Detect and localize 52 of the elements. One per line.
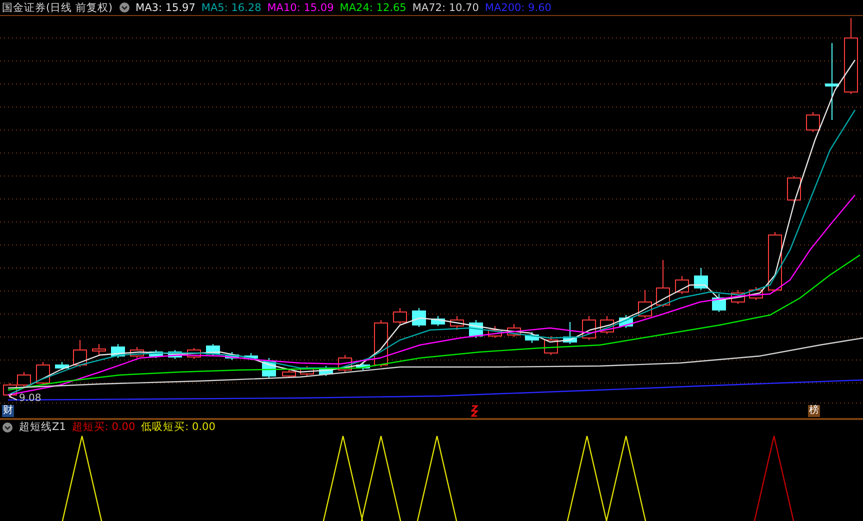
moving-average-label: MA200: 9.60: [484, 2, 552, 14]
event-marker[interactable]: 财: [2, 405, 14, 417]
candlestick: [393, 308, 407, 324]
indicator-reading: 超短买: 0.00: [72, 420, 136, 434]
candlestick: [600, 316, 614, 334]
candlestick: [431, 316, 445, 326]
candlestick: [262, 358, 276, 378]
candlestick: [17, 372, 31, 388]
candlestick: [356, 362, 370, 370]
candlestick: [563, 322, 577, 344]
candlestick: [731, 290, 745, 304]
moving-average-label: MA72: 10.70: [412, 2, 479, 14]
candlestick: [656, 260, 670, 308]
candlestick: [638, 290, 652, 318]
moving-average-label: MA24: 12.65: [340, 2, 406, 14]
dropdown-icon[interactable]: [118, 2, 130, 13]
candlestick: [111, 344, 125, 358]
moving-average-label: MA3: 15.97: [136, 2, 196, 14]
candlestick: [149, 350, 163, 358]
candlestick: [619, 314, 633, 328]
candlestick: [225, 352, 239, 360]
indicator-reading: 低吸短买: 0.00: [141, 420, 216, 434]
candlestick: [36, 362, 50, 386]
candlestick: [130, 346, 144, 358]
candlestick: [450, 316, 464, 330]
candlestick: [488, 326, 502, 338]
candlestick: [694, 268, 708, 290]
candlestick: [712, 294, 726, 312]
candlestick: [507, 324, 521, 338]
moving-average-label: MA10: 15.09: [267, 2, 334, 14]
event-marker-icon[interactable]: [471, 405, 478, 417]
candlestick: [749, 286, 763, 300]
candlestick: [73, 340, 87, 368]
candlestick: [3, 382, 17, 398]
candlestick: [544, 336, 558, 356]
candlestick: [187, 348, 201, 360]
candlestick: [412, 308, 426, 328]
dropdown-icon[interactable]: [2, 422, 13, 432]
candlestick: [675, 276, 689, 294]
candlestick: [92, 344, 106, 356]
stock-title: 国金证券(日线 前复权): [2, 0, 113, 14]
candlestick: [806, 112, 820, 132]
indicator-name: 超短线Z1: [19, 420, 66, 434]
pointer-arrow-icon: [8, 394, 18, 400]
moving-average-label: MA5: 16.28: [201, 2, 262, 14]
candlestick: [787, 176, 801, 202]
event-marker[interactable]: 榜: [808, 405, 820, 417]
candlestick: [55, 362, 69, 370]
candlestick: [768, 232, 782, 292]
candlestick: [525, 332, 539, 344]
candlestick: [244, 352, 258, 360]
candlestick: [282, 370, 296, 378]
